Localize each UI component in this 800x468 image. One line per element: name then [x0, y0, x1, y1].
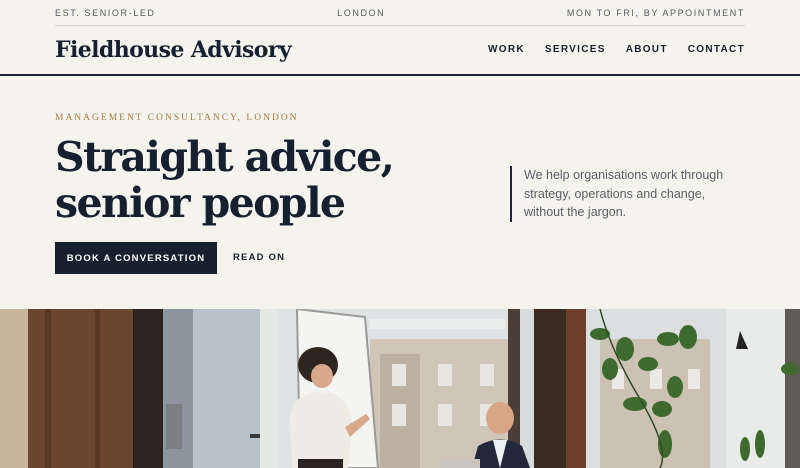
read-on-link[interactable]: READ ON — [233, 252, 285, 263]
location-text: LONDON — [337, 7, 386, 18]
nav-contact[interactable]: CONTACT — [688, 44, 745, 55]
utility-bar: EST. SENIOR-LED LONDON MON TO FRI, BY AP… — [55, 0, 745, 26]
nav-services[interactable]: SERVICES — [545, 44, 606, 55]
eyebrow-label: MANAGEMENT CONSULTANCY, LONDON — [55, 113, 299, 123]
nav-work[interactable]: WORK — [488, 44, 525, 55]
office-scene-image — [0, 309, 800, 468]
book-conversation-button[interactable]: BOOK A CONVERSATION — [55, 242, 217, 274]
main-nav: WORK SERVICES ABOUT CONTACT — [488, 44, 745, 55]
intro-blurb: We help organisations work through strat… — [510, 166, 745, 222]
hero-photo — [0, 309, 800, 468]
site-logo[interactable]: Fieldhouse Advisory — [55, 37, 292, 63]
page-headline: Straight advice, senior people — [55, 133, 395, 227]
nav-about[interactable]: ABOUT — [626, 44, 668, 55]
established-text: EST. SENIOR-LED — [55, 7, 156, 18]
site-header: Fieldhouse Advisory WORK SERVICES ABOUT … — [0, 26, 800, 76]
hours-text: MON TO FRI, BY APPOINTMENT — [566, 7, 745, 18]
